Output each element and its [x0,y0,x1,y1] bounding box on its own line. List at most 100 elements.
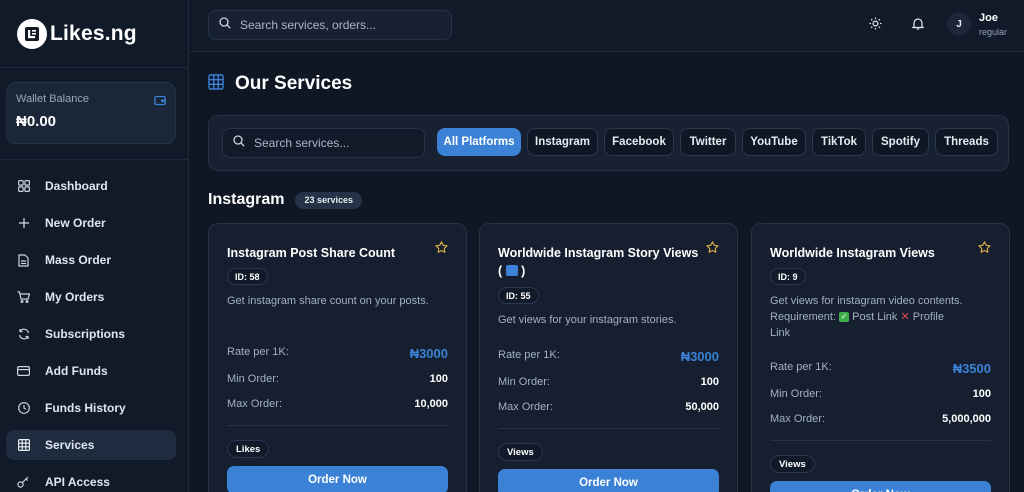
rate-label: Rate per 1K: [227,346,289,358]
min-order-value: 100 [429,373,448,385]
section-title: Instagram [208,191,285,208]
requirement-label: Requirement: [770,311,837,323]
sidebar-item-funds-history[interactable]: Funds History [6,393,176,423]
main-content: Our Services All Platforms Instagram Fac… [189,53,1024,492]
filter-chip-instagram[interactable]: Instagram [527,128,598,156]
section-count-badge: 23 services [295,191,363,209]
new-badge-icon [505,265,518,277]
rate-value: ₦3500 [952,361,991,376]
sidebar-item-new-order[interactable]: New Order [6,208,176,238]
refresh-icon [17,328,30,341]
filter-chip-tiktok[interactable]: TikTok [812,128,866,156]
favorite-star-icon[interactable] [706,241,719,259]
filter-chip-all-platforms[interactable]: All Platforms [437,128,521,156]
brand-logo[interactable]: Likes.ng [0,0,188,68]
requirement-no-cont: Link [770,327,791,339]
service-search-input[interactable] [254,136,414,150]
global-search[interactable] [208,10,452,40]
service-id-badge: ID: 58 [227,268,268,285]
wallet-icon [154,93,166,111]
sidebar-item-label: Subscriptions [45,327,126,341]
rate-value: ₦3000 [409,346,448,361]
min-order-row: Min Order: 100 [227,373,448,385]
wallet-label: Wallet Balance [16,93,89,105]
top-header: J Joe regular [189,0,1024,52]
filter-chip-facebook[interactable]: Facebook [604,128,674,156]
min-order-label: Min Order: [770,388,822,400]
card-divider [227,425,448,426]
max-order-label: Max Order: [498,401,554,413]
requirement-ok: Post Link [852,311,898,323]
title-paren-open: ( [498,264,503,278]
page-title: Our Services [208,73,352,95]
max-order-label: Max Order: [227,398,283,410]
order-now-button[interactable]: Order Now [227,466,448,492]
check-icon: ✓ [839,312,850,323]
sidebar-item-label: Services [45,438,95,452]
rate-row: Rate per 1K: ₦3500 [770,361,991,376]
max-order-value: 10,000 [414,398,448,410]
title-paren-close: ) [521,264,526,278]
sidebar-item-mass-order[interactable]: Mass Order [6,245,176,275]
filter-chip-youtube[interactable]: YouTube [742,128,806,156]
user-name[interactable]: Joe [979,12,998,24]
key-icon [17,476,30,489]
services-grid-icon [208,73,224,95]
user-role: regular [979,27,1008,37]
service-title-text: Worldwide Instagram Story Views [498,246,699,260]
global-search-input[interactable] [240,18,430,32]
order-now-button[interactable]: Order Now [498,469,719,492]
service-card: Worldwide Instagram Story Views ( ) ID: 5… [479,223,738,492]
sidebar-item-label: Mass Order [45,253,112,267]
filter-chip-spotify[interactable]: Spotify [872,128,929,156]
section-header: Instagram 23 services [208,191,363,209]
service-title: Instagram Post Share Count [227,246,396,260]
brand-name: Likes.ng [50,21,137,45]
wallet-card: Wallet Balance ₦0.00 [6,82,176,144]
wallet-amount: ₦0.00 [16,113,57,130]
filter-chip-twitter[interactable]: Twitter [680,128,736,156]
min-order-row: Min Order: 100 [498,376,719,388]
filter-chip-threads[interactable]: Threads [935,128,998,156]
sidebar-item-label: API Access [45,475,110,489]
service-title: Worldwide Instagram Story Views ( ) [498,244,703,280]
rate-label: Rate per 1K: [770,361,832,373]
sidebar-item-my-orders[interactable]: My Orders [6,282,176,312]
min-order-label: Min Order: [498,376,550,388]
dashboard-icon [17,180,30,193]
plus-icon [17,217,30,230]
sidebar-item-add-funds[interactable]: Add Funds [6,356,176,386]
category-tag: Views [770,455,815,473]
sidebar-item-dashboard[interactable]: Dashboard [6,171,176,201]
description-line: Get views for instagram video contents. [770,295,963,307]
avatar[interactable]: J [947,12,971,36]
max-order-value: 5,000,000 [942,413,991,425]
service-description: Get views for your instagram stories. [498,314,677,326]
max-order-label: Max Order: [770,413,826,425]
rate-value: ₦3000 [680,349,719,364]
sidebar-item-label: New Order [45,216,106,230]
sidebar-item-services[interactable]: Services [6,430,176,460]
favorite-star-icon[interactable] [435,241,448,259]
max-order-row: Max Order: 5,000,000 [770,413,991,425]
cross-icon: ✕ [900,311,910,323]
sidebar-item-label: Funds History [45,401,126,415]
service-search[interactable] [222,128,425,158]
theme-toggle-sun-icon[interactable] [869,17,882,35]
notification-bell-icon[interactable] [911,17,925,35]
grid-icon [17,439,30,452]
service-card: Instagram Post Share Count ID: 58 Get in… [208,223,467,492]
favorite-star-icon[interactable] [978,241,991,259]
card-icon [17,365,30,378]
platform-filter-bar: All Platforms Instagram Facebook Twitter… [208,115,1009,171]
sidebar-item-subscriptions[interactable]: Subscriptions [6,319,176,349]
category-tag: Views [498,443,543,461]
sidebar-item-api-access[interactable]: API Access [6,467,176,492]
card-divider [498,428,719,429]
rate-row: Rate per 1K: ₦3000 [227,346,448,361]
max-order-row: Max Order: 10,000 [227,398,448,410]
order-now-button[interactable]: Order Now [770,481,991,492]
cart-icon [17,291,30,304]
requirement-no: Profile [912,311,944,323]
service-id-badge: ID: 55 [498,287,539,304]
